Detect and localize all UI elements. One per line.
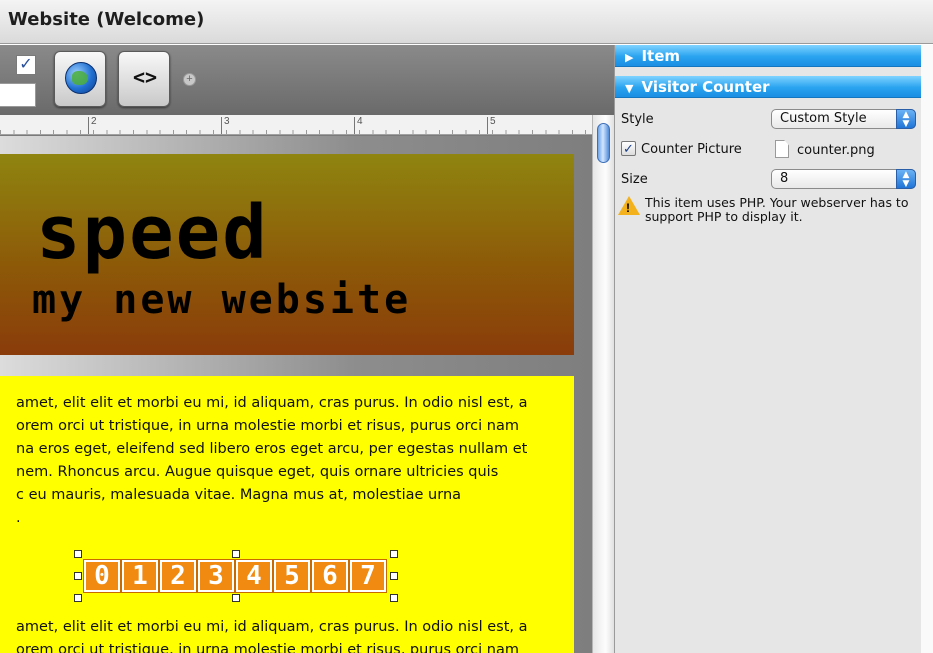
warning-exclamation: ! [626, 201, 630, 215]
disclosure-right-icon: ▶ [625, 51, 634, 64]
disclosure-down-icon: ▼ [625, 82, 634, 95]
counter-digits: 0 1 2 3 4 5 6 7 [83, 559, 387, 593]
globe-button[interactable] [54, 51, 106, 107]
text-paragraph[interactable]: amet, elit elit et morbi eu mi, id aliqu… [0, 392, 574, 530]
counter-picture-label: Counter Picture [641, 142, 742, 157]
style-select[interactable]: Custom Style ▲ ▼ [771, 109, 916, 129]
counter-digit: 4 [235, 559, 273, 593]
size-select-value: 8 [780, 171, 789, 186]
php-warning-text: This item uses PHP. Your webserver has t… [645, 195, 909, 224]
editor-area: ✓ <> + 2 3 4 5 speed my new website amet… [0, 45, 614, 653]
toolbar-field[interactable] [0, 83, 36, 107]
counter-digit: 5 [273, 559, 311, 593]
banner-subhead: my new website [32, 277, 412, 323]
counter-picture-file[interactable]: counter.png [797, 143, 875, 158]
text-line: orem orci ut tristique, in urna molestie… [16, 418, 519, 434]
section-item-header[interactable]: ▶ Item [615, 45, 921, 67]
toolbar-checkbox[interactable]: ✓ [16, 55, 36, 75]
text-line: orem orci ut tristique, in urna molestie… [16, 642, 519, 653]
text-line: amet, elit elit et morbi eu mi, id aliqu… [16, 395, 528, 411]
ruler-tick [487, 117, 488, 134]
style-label: Style [621, 112, 654, 127]
counter-digit: 7 [349, 559, 387, 593]
panel-edge [921, 45, 933, 653]
header-banner[interactable]: speed my new website [0, 154, 574, 355]
vertical-scrollbar[interactable] [592, 115, 614, 653]
ruler-tick [221, 117, 222, 134]
size-select[interactable]: 8 ▲ ▼ [771, 169, 916, 189]
section-visitor-counter-label: Visitor Counter [641, 78, 770, 96]
resize-handle[interactable] [74, 572, 82, 580]
visitor-counter[interactable]: 0 1 2 3 4 5 6 7 [74, 550, 398, 602]
window-titlebar: Website (Welcome) [0, 0, 933, 44]
counter-digit: 6 [311, 559, 349, 593]
counter-digit: 2 [159, 559, 197, 593]
toolbar: ✓ <> + [0, 45, 614, 115]
style-select-value: Custom Style [780, 111, 867, 126]
resize-handle[interactable] [74, 550, 82, 558]
globe-icon [65, 62, 97, 94]
resize-handle[interactable] [232, 594, 240, 602]
code-icon: <> [132, 65, 158, 89]
resize-handle[interactable] [390, 550, 398, 558]
counter-picture-checkbox[interactable]: ✓ [621, 141, 636, 156]
counter-digit: 3 [197, 559, 235, 593]
text-line: amet, elit elit et morbi eu mi, id aliqu… [16, 619, 528, 635]
text-line: c eu mauris, malesuada vitae. Magna mus … [16, 487, 462, 503]
select-arrows-icon: ▲ ▼ [896, 109, 916, 129]
ruler-label: 4 [357, 116, 363, 127]
resize-handle[interactable] [232, 550, 240, 558]
code-button[interactable]: <> [118, 51, 170, 107]
section-item-label: Item [641, 47, 681, 65]
counter-digit: 1 [121, 559, 159, 593]
select-arrows-icon: ▲ ▼ [896, 169, 916, 189]
text-line: nem. Rhoncus arcu. Augue quisque eget, q… [16, 464, 499, 480]
ruler-label: 5 [490, 116, 496, 127]
text-paragraph[interactable]: amet, elit elit et morbi eu mi, id aliqu… [0, 616, 574, 653]
add-icon[interactable]: + [183, 73, 196, 86]
size-label: Size [621, 172, 648, 187]
file-icon [775, 140, 789, 158]
ruler-tick [354, 117, 355, 134]
resize-handle[interactable] [390, 572, 398, 580]
inspector-panel: ▶ Item ▼ Visitor Counter Style Custom Styl… [614, 45, 933, 653]
text-line: na eros eget, eleifend sed libero eros e… [16, 441, 528, 457]
text-line: . [16, 510, 21, 526]
banner-headline: speed [36, 190, 269, 276]
ruler-label: 3 [224, 116, 230, 127]
ruler-label: 2 [91, 116, 97, 127]
resize-handle[interactable] [390, 594, 398, 602]
counter-digit: 0 [83, 559, 121, 593]
ruler-tick [88, 117, 89, 134]
section-visitor-counter-header[interactable]: ▼ Visitor Counter [615, 76, 921, 98]
scrollbar-thumb[interactable] [597, 123, 610, 163]
content-area[interactable]: amet, elit elit et morbi eu mi, id aliqu… [0, 376, 574, 653]
window-title: Website (Welcome) [8, 9, 205, 30]
resize-handle[interactable] [74, 594, 82, 602]
horizontal-ruler: 2 3 4 5 [0, 115, 592, 135]
